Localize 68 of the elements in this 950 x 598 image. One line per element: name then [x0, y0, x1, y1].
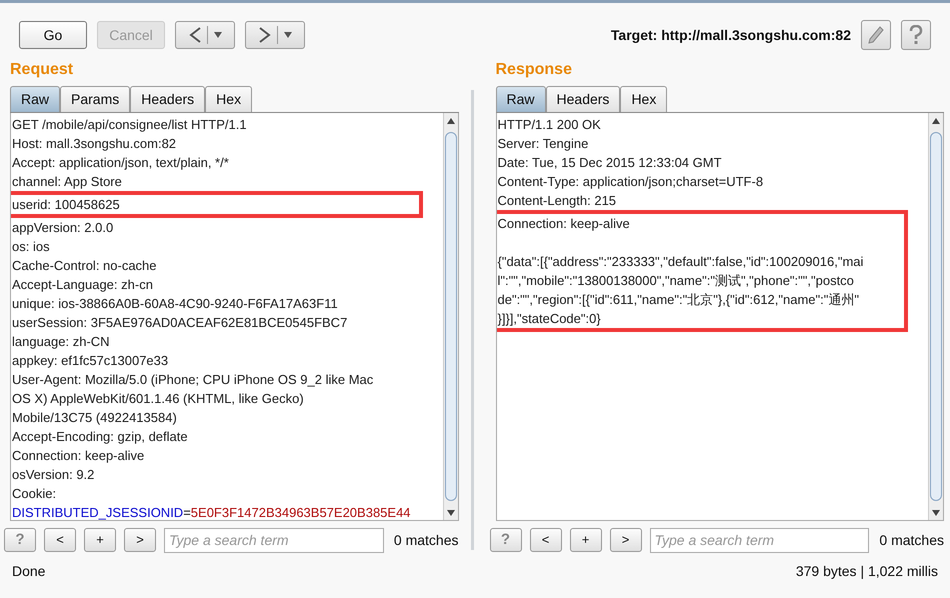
message-line: userid: 100458625	[12, 196, 121, 214]
tab[interactable]: Headers	[130, 86, 206, 112]
search-nav-button[interactable]: <	[44, 528, 76, 552]
search-field[interactable]: Type a search term	[164, 528, 384, 552]
search-nav-button[interactable]: >	[124, 528, 156, 552]
cookie-line: DISTRIBUTED_JSESSIONID=5E0F3F1472B34963B57E20B385E44	[12, 504, 411, 520]
message-line: l":"","mobile":"13800138000","name":"测试","phone":"","postco	[498, 272, 855, 290]
message-line: Server: Tengine	[498, 135, 590, 153]
message-line: appkey: ef1fc57c13007e33	[12, 352, 170, 370]
message-line: channel: App Store	[12, 173, 123, 191]
search-nav-button[interactable]: <	[530, 528, 562, 552]
message-line: language: zh-CN	[12, 333, 111, 351]
message-line: osVersion: 9.2	[12, 466, 96, 484]
scrollbar[interactable]	[928, 113, 943, 520]
message-line: {"data":[{"address":"233333","default":false,"id":100209016,"mai	[498, 253, 864, 271]
message-line: Accept-Language: zh-cn	[12, 276, 154, 294]
right-chevron-icon	[258, 27, 270, 43]
back-button[interactable]	[175, 21, 235, 49]
tab[interactable]: Hex	[620, 86, 668, 112]
target-label: Target: http://mall.3songshu.com:82	[610, 26, 851, 45]
message-line: Content-Type: application/json;charset=UTF-8	[498, 173, 764, 191]
scrollbar-thumb[interactable]	[444, 132, 456, 501]
scrollbar[interactable]	[442, 113, 458, 520]
caret-icon	[214, 32, 222, 38]
message-line: Accept-Encoding: gzip, deflate	[12, 428, 189, 446]
message-line: Date: Tue, 15 Dec 2015 12:33:04 GMT	[498, 154, 723, 172]
message-line: os: ios	[12, 238, 51, 256]
scrollbar-thumb[interactable]	[930, 132, 942, 501]
response-stats: 379 bytes | 1,022 millis	[796, 562, 938, 581]
message-line: Connection: keep-alive	[12, 447, 146, 465]
search-nav-button[interactable]: +	[84, 528, 116, 552]
edit-button[interactable]	[861, 20, 891, 50]
match-count: 0 matches	[394, 530, 458, 550]
pencil-icon	[868, 26, 884, 44]
tab[interactable]: Headers	[546, 86, 620, 112]
message-line: HTTP/1.1 200 OK	[498, 116, 602, 134]
left-chevron-icon	[188, 27, 200, 43]
message-line: Host: mall.3songshu.com:82	[12, 135, 178, 153]
help-icon	[909, 25, 923, 45]
message-line: Cookie:	[12, 485, 58, 503]
tab[interactable]: Raw	[10, 86, 60, 112]
message-line: OS X) AppleWebKit/601.1.46 (KHTML, like Gecko)	[12, 390, 305, 408]
tab[interactable]: Raw	[496, 86, 546, 112]
forward-button[interactable]	[245, 21, 305, 49]
search-nav-button[interactable]: +	[570, 528, 602, 552]
search-nav-button[interactable]: >	[610, 528, 642, 552]
message-line: userSession: 3F5AE976AD0ACEAF62E81BCE0545FBC7	[12, 314, 348, 332]
message-line: Content-Length: 215	[498, 192, 618, 210]
message-line: User-Agent: Mozilla/5.0 (iPhone; CPU iPhone OS 9_2 like Mac	[12, 371, 374, 389]
message-line: appVersion: 2.0.0	[12, 219, 114, 237]
message-line: unique: ios-38866A0B-60A8-4C90-9240-F6FA17A63F11	[12, 295, 339, 313]
message-line: Cache-Control: no-cache	[12, 257, 158, 275]
message-line: Mobile/13C75 (4922413584)	[12, 409, 178, 427]
panel-title: Response	[496, 60, 573, 80]
search-field[interactable]: Type a search term	[650, 528, 870, 552]
help-button[interactable]	[901, 20, 931, 50]
message-line: Accept: application/json, text/plain, */*	[12, 154, 230, 172]
status-text: Done	[12, 562, 46, 581]
toolbar-button[interactable]: Go	[19, 21, 87, 49]
tab[interactable]: Hex	[205, 86, 252, 112]
tab[interactable]: Params	[60, 86, 130, 112]
panel-title: Request	[10, 60, 74, 80]
message-line: }]}],"stateCode":0}	[498, 310, 602, 328]
match-count: 0 matches	[879, 530, 944, 550]
message-line: de":"","region":[{"id":611,"name":"北京"},{"id":612,"name":"通州"	[498, 291, 860, 309]
message-line: GET /mobile/api/consignee/list HTTP/1.1	[12, 116, 248, 134]
caret-icon	[284, 32, 292, 38]
message-line: Connection: keep-alive	[498, 215, 631, 233]
